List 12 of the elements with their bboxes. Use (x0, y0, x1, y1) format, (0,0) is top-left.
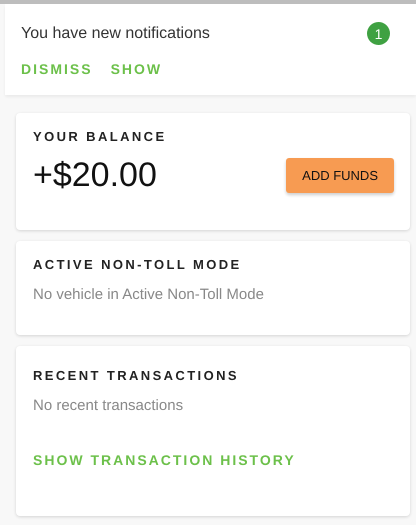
notification-count-badge: 1 (367, 22, 390, 45)
add-funds-button[interactable]: ADD FUNDS (286, 158, 394, 193)
card-title: YOUR BALANCE (33, 129, 168, 144)
notification-action-button[interactable]: DISMISS (21, 61, 93, 77)
card-text: No vehicle in Active Non-Toll Mode (33, 286, 265, 303)
card-text: No recent transactions (33, 397, 184, 414)
transaction-history-link[interactable]: SHOW TRANSACTION HISTORY (33, 452, 296, 468)
card-title: ACTIVE NON-TOLL MODE (33, 257, 243, 272)
card-title: RECENT TRANSACTIONS (33, 368, 240, 383)
notification-message: You have new notifications (21, 24, 210, 42)
balance-amount: +$20.00 (33, 156, 157, 195)
notification-action-button[interactable]: SHOW (110, 61, 162, 77)
